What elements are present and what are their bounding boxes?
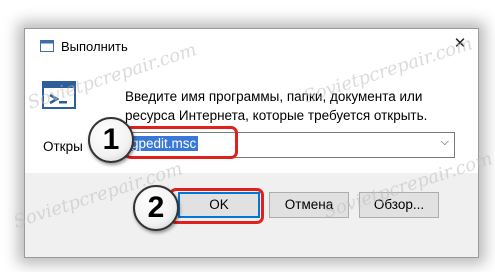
- run-app-icon: [40, 40, 54, 52]
- chevron-down-icon[interactable]: ⌵: [441, 136, 449, 149]
- run-icon: [42, 81, 76, 109]
- ok-highlight: [169, 188, 264, 224]
- open-label: Откры: [43, 139, 83, 154]
- cancel-button[interactable]: Отмена: [269, 192, 349, 218]
- step-1-badge: 1: [88, 117, 134, 163]
- close-icon[interactable]: ✕: [452, 36, 468, 52]
- window-title: Выполнить: [61, 39, 128, 54]
- input-highlight: [124, 126, 238, 159]
- description-text: Введите имя программы, папки, документа …: [125, 89, 428, 123]
- title-bar: Выполнить ✕: [25, 29, 478, 59]
- step-2-badge: 2: [133, 185, 179, 231]
- browse-button[interactable]: Обзор...: [359, 192, 439, 218]
